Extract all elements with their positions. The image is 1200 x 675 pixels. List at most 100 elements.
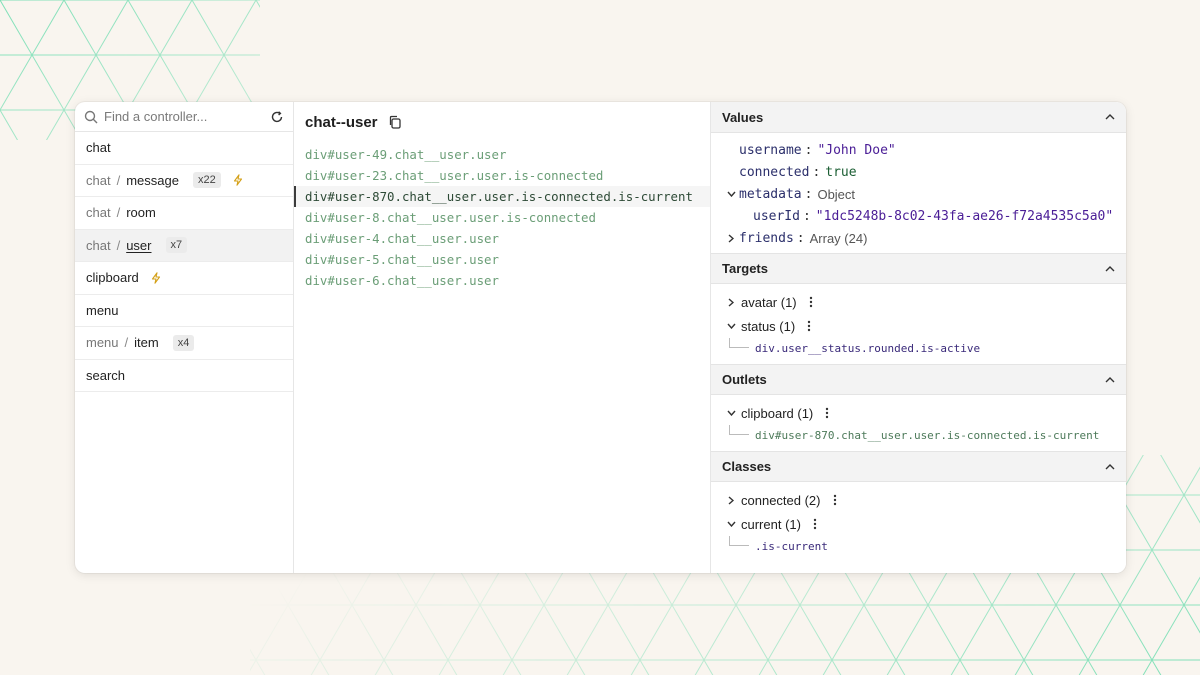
controller-namespace: chat: [86, 172, 111, 188]
controller-item-search[interactable]: search: [75, 360, 293, 392]
element-row[interactable]: div#user-4.chat__user.user: [294, 228, 710, 249]
target-label: avatar (1): [741, 294, 797, 310]
class-label: current (1): [741, 516, 801, 532]
controller-item-menu-item[interactable]: menu / item x4: [75, 327, 293, 360]
controller-name: search: [86, 367, 126, 383]
value-row-username: username: "John Doe": [739, 142, 896, 158]
class-row-current[interactable]: current (1): [711, 512, 1126, 536]
controller-list: chat chat / message x22 chat / room chat / user x7 c…: [75, 132, 293, 392]
namespace-separator: /: [116, 205, 121, 221]
value-key: metadata: [739, 186, 802, 202]
more-options-icon[interactable]: [809, 296, 813, 308]
namespace-separator: /: [124, 335, 129, 351]
controller-item-menu[interactable]: menu: [75, 295, 293, 327]
value-row-friends[interactable]: friends: Array (24): [723, 227, 1126, 249]
values-section-header[interactable]: Values: [711, 102, 1126, 133]
element-row[interactable]: div#user-870.chat__user.user.is-connecte…: [294, 186, 710, 207]
search-icon: [84, 110, 98, 123]
target-element[interactable]: div.user__status.rounded.is-active: [711, 338, 1126, 358]
controller-name: menu: [86, 302, 119, 318]
chevron-down-icon[interactable]: [723, 323, 739, 329]
value-key: friends: [739, 230, 794, 246]
tree-connector: [729, 338, 749, 348]
value-type: Array (24): [809, 230, 868, 246]
chevron-right-icon[interactable]: [723, 297, 739, 307]
targets-section-header[interactable]: Targets: [711, 253, 1126, 284]
chevron-right-icon[interactable]: [723, 233, 739, 243]
stimulus-devtools-panel: chatchat/messagex22chat/roomchat/userx7c…: [75, 102, 1126, 573]
outlet-row-clipboard[interactable]: clipboard (1): [711, 401, 1126, 425]
target-row-status[interactable]: status (1): [711, 314, 1126, 338]
value-type: Object: [817, 186, 856, 202]
element-row[interactable]: div#user-23.chat__user.user.is-connected: [294, 165, 710, 186]
targets-section: avatar (1) status (1) div.user__status.r…: [711, 284, 1126, 364]
outlets-section-header[interactable]: Outlets: [711, 364, 1126, 395]
more-options-icon[interactable]: [833, 494, 837, 506]
controller-item-chat-room[interactable]: chat / room: [75, 197, 293, 230]
chevron-up-icon: [1105, 376, 1115, 382]
value-key: userId: [753, 208, 800, 224]
tree-connector: [729, 536, 749, 546]
value-boolean[interactable]: true: [825, 165, 856, 180]
controller-name: room: [126, 205, 156, 221]
chevron-right-icon[interactable]: [723, 495, 739, 505]
target-label: status (1): [741, 318, 796, 334]
refresh-icon[interactable]: [270, 110, 284, 124]
controller-search-input[interactable]: [104, 109, 264, 124]
controller-item-chat[interactable]: chat: [75, 132, 293, 165]
values-section: username: "John Doe" connected: true metad…: [711, 133, 1126, 253]
elements-header: chat--user: [294, 102, 710, 142]
element-list: div#user-49.chat__user.user div#user-23.c…: [294, 142, 710, 291]
controller-item-chat-user[interactable]: chat / user x7: [75, 229, 293, 262]
namespace-separator: /: [116, 237, 121, 253]
more-options-icon[interactable]: [813, 518, 817, 530]
value-key: username: [739, 142, 802, 158]
more-options-icon[interactable]: [825, 407, 829, 419]
value-row-metadata[interactable]: metadata: Object: [723, 183, 1126, 205]
classes-section: connected (2) current (1) .is-current: [711, 482, 1126, 562]
controller-search-bar: [75, 102, 293, 132]
outlet-element[interactable]: div#user-870.chat__user.user.is-connecte…: [711, 425, 1126, 445]
classes-section-header[interactable]: Classes: [711, 451, 1126, 482]
controller-name: clipboard: [86, 270, 139, 286]
controller-details-panel: Values username: "John Doe" connected: tru…: [711, 102, 1126, 573]
element-row[interactable]: div#user-8.chat__user.user.is-connected: [294, 207, 710, 228]
controller-item-clipboard[interactable]: clipboard: [75, 262, 293, 295]
value-row-connected: connected: true: [739, 164, 857, 180]
value-key: connected: [739, 164, 810, 180]
instance-count-badge: x22: [192, 172, 221, 189]
copy-icon[interactable]: [388, 115, 402, 129]
tree-connector: [729, 425, 749, 435]
lightning-bolt-icon: [233, 174, 243, 186]
element-row[interactable]: div#user-6.chat__user.user: [294, 270, 710, 291]
instance-count-badge: x4: [172, 334, 195, 351]
target-row-avatar[interactable]: avatar (1): [711, 290, 1126, 314]
value-string[interactable]: "John Doe": [817, 143, 895, 158]
chevron-down-icon[interactable]: [723, 410, 739, 416]
values-heading: Values: [722, 109, 764, 125]
class-element[interactable]: .is-current: [711, 536, 1126, 556]
chevron-up-icon: [1105, 463, 1115, 469]
controller-namespace: chat: [86, 237, 111, 253]
chevron-down-icon[interactable]: [723, 191, 739, 197]
value-string[interactable]: "1dc5248b-8c02-43fa-ae26-f72a4535c5a0": [816, 209, 1113, 224]
controller-name: message: [126, 172, 179, 188]
chevron-up-icon: [1105, 114, 1115, 120]
controller-name: item: [134, 335, 159, 351]
class-row-connected[interactable]: connected (2): [711, 488, 1126, 512]
chevron-down-icon[interactable]: [723, 521, 739, 527]
outlet-label: clipboard (1): [741, 405, 814, 421]
element-row[interactable]: div#user-49.chat__user.user: [294, 144, 710, 165]
targets-heading: Targets: [722, 261, 768, 276]
controller-item-chat-message[interactable]: chat / message x22: [75, 165, 293, 197]
more-options-icon[interactable]: [807, 320, 811, 332]
namespace-separator: /: [116, 172, 121, 188]
element-row[interactable]: div#user-5.chat__user.user: [294, 249, 710, 270]
outlets-section: clipboard (1) div#user-870.chat__user.us…: [711, 395, 1126, 451]
controller-sidebar: chatchat/messagex22chat/roomchat/userx7c…: [75, 102, 294, 573]
controller-name: user: [126, 237, 152, 253]
controller-title: chat--user: [305, 113, 378, 131]
controller-elements-panel: chat--user div#user-49.chat__user.user di…: [294, 102, 711, 573]
instance-count-badge: x7: [165, 237, 188, 254]
controller-namespace: chat: [86, 205, 111, 221]
